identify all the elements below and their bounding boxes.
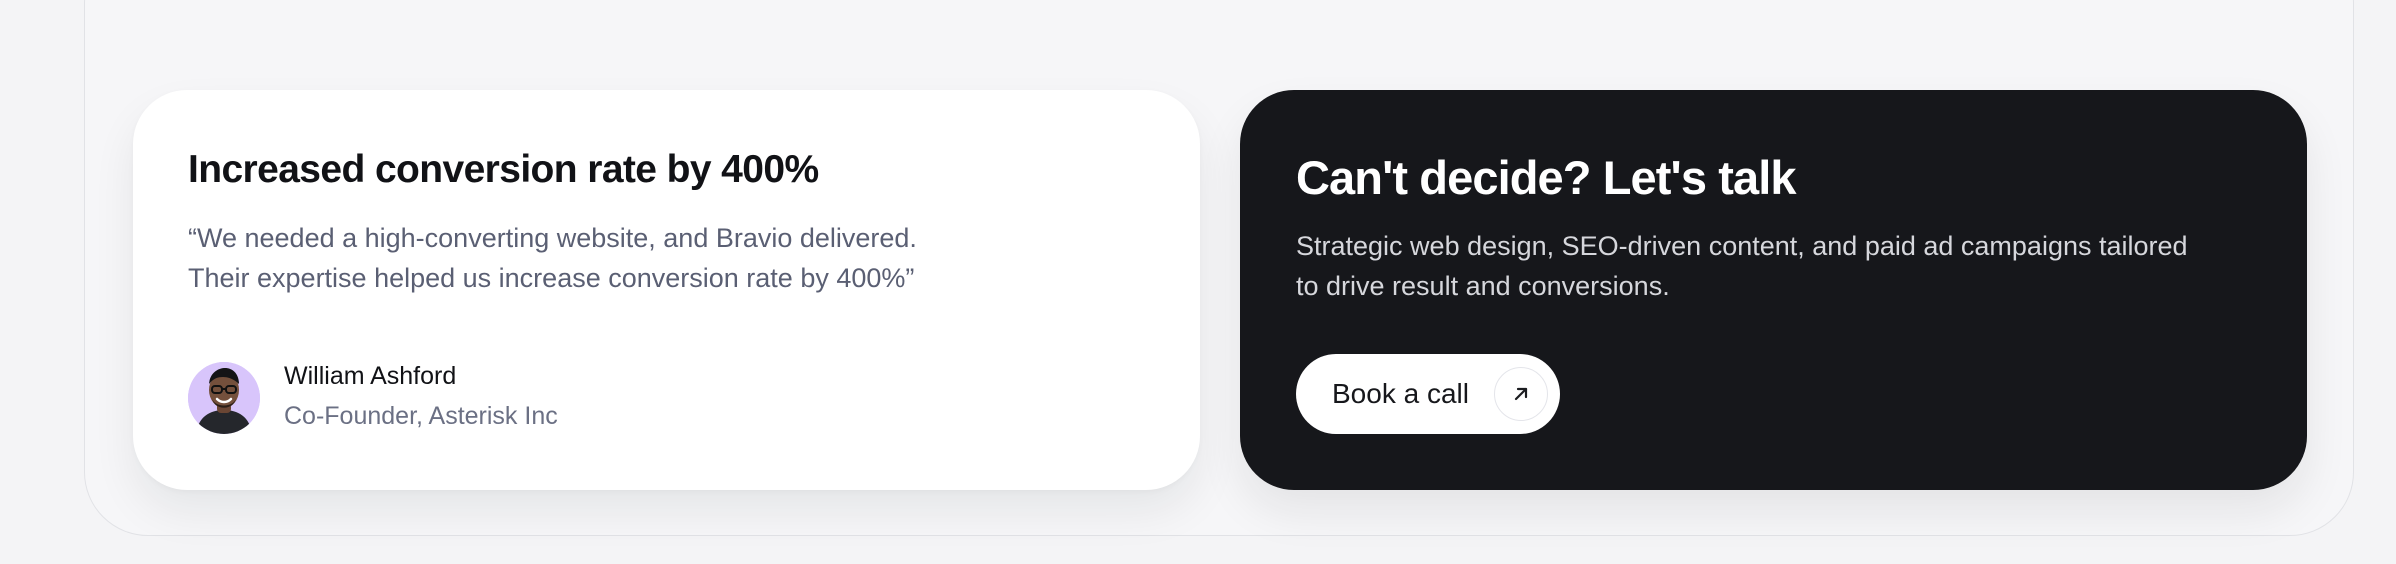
book-a-call-button[interactable]: Book a call [1296, 354, 1560, 434]
author-role: Co-Founder, Asterisk Inc [284, 402, 558, 430]
contact-cta-card: Can't decide? Let's talk Strategic web d… [1240, 90, 2307, 490]
book-a-call-label: Book a call [1332, 378, 1469, 409]
cta-description-line: Strategic web design, SEO-driven content… [1296, 231, 2188, 261]
arrow-up-right-glyph [1514, 387, 1528, 401]
avatar-portrait-icon [188, 362, 260, 434]
testimonial-title: Increased conversion rate by 400% [188, 148, 819, 191]
author-name: William Ashford [284, 362, 457, 390]
cta-title: Can't decide? Let's talk [1296, 151, 1797, 204]
person-avatar-icon [188, 362, 260, 434]
cta-description-line: to drive result and conversions. [1296, 271, 1670, 301]
arrow-up-right-icon [1494, 367, 1548, 421]
testimonial-quote-line: Their expertise helped us increase conve… [188, 263, 915, 293]
testimonial-quote-line: “We needed a high-converting website, an… [188, 223, 917, 253]
testimonial-card: Increased conversion rate by 400% “We ne… [133, 90, 1200, 490]
cta-description: Strategic web design, SEO-driven content… [1296, 226, 2256, 306]
testimonial-quote: “We needed a high-converting website, an… [188, 218, 1008, 298]
